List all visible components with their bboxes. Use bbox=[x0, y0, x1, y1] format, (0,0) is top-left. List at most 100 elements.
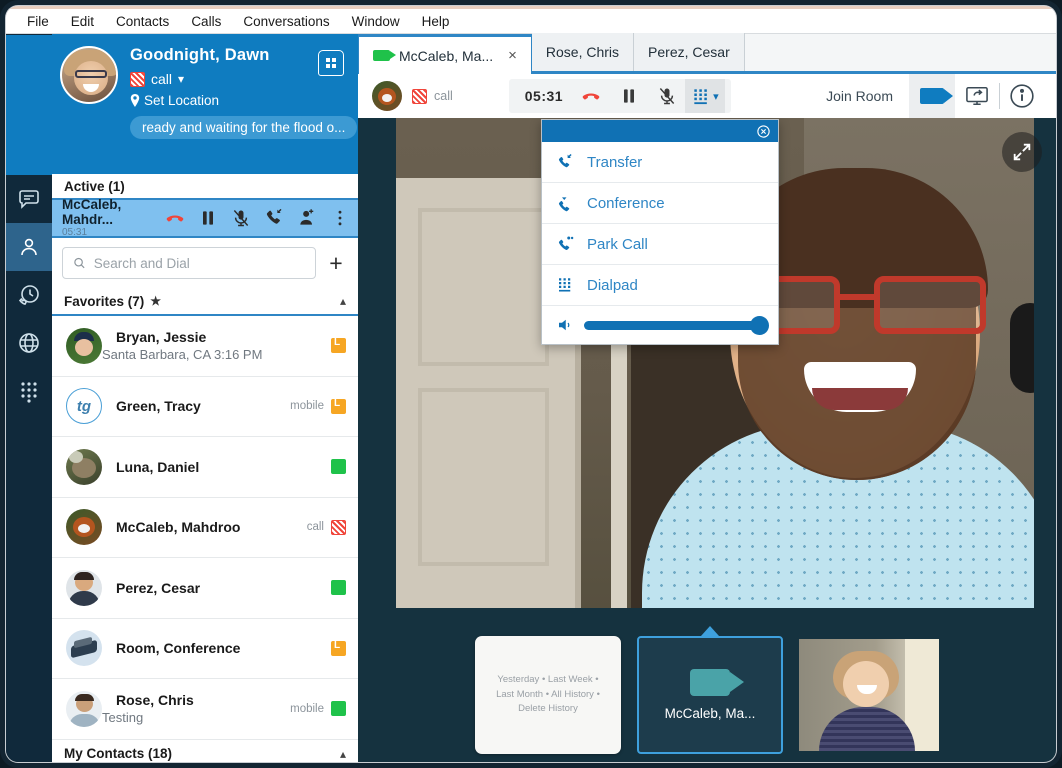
info-icon bbox=[1010, 84, 1034, 108]
tab-mccaleb[interactable]: McCaleb, Ma... × bbox=[358, 34, 532, 74]
contact-device-label: call bbox=[306, 521, 324, 534]
hold-icon[interactable] bbox=[619, 86, 639, 106]
avatar bbox=[66, 630, 102, 667]
popup-item-park-call[interactable]: Park Call bbox=[542, 224, 778, 265]
search-input[interactable] bbox=[93, 255, 305, 271]
list-item[interactable]: Rose, Chris Testing mobile bbox=[52, 679, 358, 740]
add-participant-icon[interactable] bbox=[297, 208, 317, 228]
dialpad-icon bbox=[559, 278, 571, 292]
info-button[interactable] bbox=[1000, 74, 1044, 118]
list-item[interactable]: Room, Conference bbox=[52, 619, 358, 679]
favorites-header[interactable]: Favorites (7) ★ ▴ bbox=[52, 288, 358, 316]
participant-thumbnails: Yesterday • Last Week • Last Month • All… bbox=[358, 626, 1056, 756]
list-item[interactable]: Luna, Daniel bbox=[52, 437, 358, 498]
rail-header-spacer bbox=[6, 35, 52, 175]
office-icon[interactable] bbox=[318, 50, 344, 76]
call-toolbar-right: Join Room bbox=[810, 74, 1044, 118]
expand-video-button[interactable] bbox=[1002, 132, 1042, 172]
thumbnail-self-view[interactable] bbox=[799, 639, 939, 751]
list-item[interactable]: Bryan, Jessie Santa Barbara, CA 3:16 PM bbox=[52, 316, 358, 377]
popup-item-transfer[interactable]: Transfer bbox=[542, 142, 778, 183]
dialpad-menu-button[interactable]: ▾ bbox=[685, 79, 725, 113]
join-room-button[interactable]: Join Room bbox=[810, 88, 909, 104]
sidebar-item-call-history[interactable] bbox=[6, 271, 52, 319]
tab-label: McCaleb, Ma... bbox=[399, 47, 494, 64]
popup-item-label: Conference bbox=[587, 194, 665, 212]
menu-item-edit[interactable]: Edit bbox=[60, 12, 105, 31]
video-toggle-button[interactable] bbox=[909, 74, 955, 118]
popup-item-conference[interactable]: Conference bbox=[542, 183, 778, 224]
user-profile-header: Goodnight, Dawn call ▾ Set Location read… bbox=[52, 34, 358, 174]
contact-name: Perez, Cesar bbox=[116, 579, 201, 596]
my-contacts-header[interactable]: My Contacts (18) ▴ bbox=[52, 739, 358, 762]
call-options-popup[interactable]: Transfer Conference Park Call Dialpad bbox=[541, 119, 779, 345]
thumbnail-remote[interactable]: McCaleb, Ma... bbox=[637, 626, 783, 754]
history-menu-card[interactable]: Yesterday • Last Week • Last Month • All… bbox=[475, 636, 621, 754]
sidebar-item-dialpad[interactable] bbox=[6, 367, 52, 415]
my-contacts-label: My Contacts (18) bbox=[64, 746, 173, 761]
hangup-icon[interactable] bbox=[165, 208, 185, 228]
menu-item-contacts[interactable]: Contacts bbox=[105, 12, 180, 31]
dialpad-icon bbox=[694, 89, 707, 105]
call-status: call bbox=[412, 88, 453, 104]
status-badge bbox=[331, 398, 346, 414]
avatar: tg bbox=[66, 388, 102, 425]
park-call-icon bbox=[558, 236, 574, 250]
add-contact-button[interactable]: + bbox=[324, 251, 348, 275]
list-item[interactable]: McCaleb, Mahdroo call bbox=[52, 498, 358, 558]
volume-control[interactable] bbox=[542, 306, 778, 344]
status-badge bbox=[331, 701, 346, 717]
conversation-panel: McCaleb, Ma... × Rose, Chris Perez, Cesa… bbox=[358, 33, 1056, 762]
list-item[interactable]: Perez, Cesar bbox=[52, 558, 358, 619]
menu-item-window[interactable]: Window bbox=[341, 12, 411, 31]
tab-perez[interactable]: Perez, Cesar bbox=[634, 33, 745, 71]
thumbnail-label: McCaleb, Ma... bbox=[664, 706, 756, 721]
sidebar-item-contacts[interactable] bbox=[6, 223, 52, 271]
contact-name: Rose, Chris bbox=[116, 692, 194, 709]
active-call-row[interactable]: McCaleb, Mahdr... 05:31 bbox=[52, 198, 358, 238]
mute-microphone-icon[interactable] bbox=[657, 86, 677, 106]
contact-name: Luna, Daniel bbox=[116, 458, 200, 475]
chevron-up-icon[interactable]: ▴ bbox=[340, 747, 346, 761]
screen-share-button[interactable] bbox=[955, 74, 999, 118]
selected-indicator bbox=[701, 626, 719, 636]
close-icon[interactable]: × bbox=[508, 47, 517, 64]
application-window: File Edit Contacts Calls Conversations W… bbox=[6, 6, 1056, 762]
sidebar-item-chat[interactable] bbox=[6, 175, 52, 223]
sidebar-item-directory[interactable] bbox=[6, 319, 52, 367]
menu-item-file[interactable]: File bbox=[16, 12, 60, 31]
menu-item-calls[interactable]: Calls bbox=[180, 12, 232, 31]
popup-item-label: Transfer bbox=[587, 153, 643, 171]
contacts-sidebar: Goodnight, Dawn call ▾ Set Location read… bbox=[52, 34, 358, 762]
menu-item-help[interactable]: Help bbox=[411, 12, 461, 31]
history-line-2: Last Month • All History • bbox=[496, 688, 600, 700]
set-location-link[interactable]: Set Location bbox=[130, 93, 357, 108]
active-calls-header: Active (1) bbox=[52, 174, 358, 200]
call-status-label: call bbox=[434, 89, 453, 103]
contact-name: Room, Conference bbox=[116, 640, 241, 657]
more-options-icon[interactable] bbox=[330, 208, 350, 228]
volume-slider-handle[interactable] bbox=[750, 315, 769, 335]
nav-rail bbox=[6, 34, 52, 762]
mute-microphone-icon[interactable] bbox=[231, 208, 251, 228]
transfer-call-icon[interactable] bbox=[264, 208, 284, 228]
close-icon[interactable] bbox=[756, 124, 771, 139]
popup-item-dialpad[interactable]: Dialpad bbox=[542, 265, 778, 306]
call-timer: 05:31 bbox=[524, 88, 564, 104]
hangup-icon[interactable] bbox=[581, 86, 601, 106]
video-camera-icon bbox=[690, 669, 744, 696]
chevron-up-icon[interactable]: ▴ bbox=[340, 294, 346, 308]
avatar[interactable] bbox=[60, 46, 118, 104]
search-and-dial[interactable] bbox=[62, 247, 316, 279]
status-badge bbox=[331, 337, 346, 354]
tab-rose[interactable]: Rose, Chris bbox=[531, 33, 635, 71]
volume-slider[interactable] bbox=[584, 315, 769, 335]
video-camera-icon bbox=[920, 88, 953, 104]
profile-status-message[interactable]: ready and waiting for the flood o... bbox=[130, 116, 358, 139]
hold-icon[interactable] bbox=[198, 208, 218, 228]
chevron-down-icon[interactable]: ▾ bbox=[178, 72, 184, 86]
list-item[interactable]: tg Green, Tracy mobile bbox=[52, 377, 358, 437]
screen-share-icon bbox=[966, 86, 988, 106]
contact-list[interactable]: Bryan, Jessie Santa Barbara, CA 3:16 PM … bbox=[52, 316, 358, 762]
menu-item-conversations[interactable]: Conversations bbox=[232, 12, 340, 31]
